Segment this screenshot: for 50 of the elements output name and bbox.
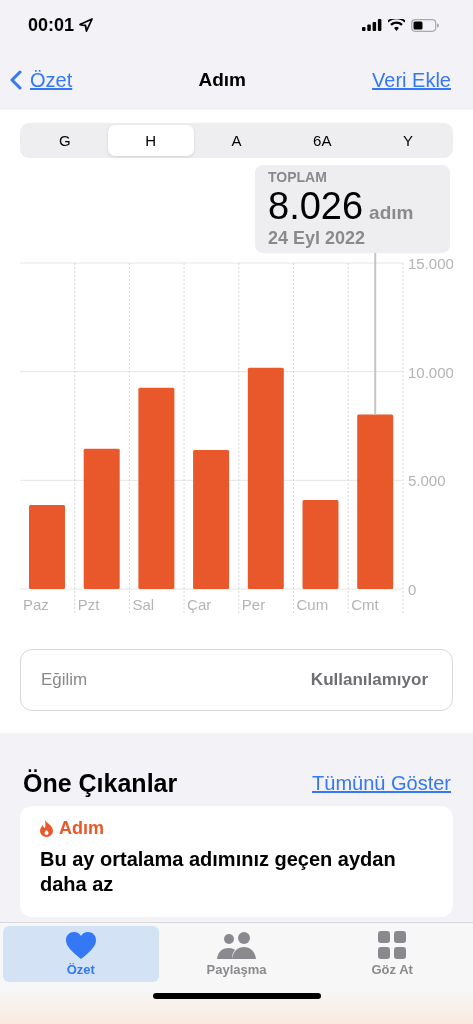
- axis-label: 5.000: [408, 472, 446, 490]
- flame-icon: [40, 820, 53, 837]
- chevron-left-icon: [10, 70, 22, 90]
- segment-tab[interactable]: G: [22, 125, 108, 156]
- add-data-link[interactable]: Veri Ekle: [372, 68, 451, 92]
- trend-row[interactable]: Eğilim Kullanılamıyor: [20, 649, 453, 711]
- screen-title: Adım: [198, 69, 246, 91]
- tab-bar-item[interactable]: Özet: [3, 926, 159, 982]
- axis-label: Pzt: [77, 596, 100, 613]
- summary-label: TOPLAM: [268, 169, 328, 185]
- axis-label: Cum: [296, 596, 329, 613]
- segment-tab[interactable]: Y: [365, 125, 451, 156]
- highlight-card[interactable]: Adım Bu ay ortalama adımınız geçen aydan daha az: [20, 806, 453, 917]
- summary-date: 24 Eyl 2022: [268, 228, 367, 249]
- back-link[interactable]: Özet: [10, 68, 73, 92]
- highlight-text: Bu ay ortalama adımınız geçen aydan daha az: [40, 847, 397, 897]
- heart-icon: [65, 931, 96, 959]
- trend-value: Kullanılamıyor: [310, 670, 428, 690]
- show-all-link[interactable]: Tümünü Göster: [312, 772, 451, 795]
- summary-value: 8.026: [268, 185, 364, 228]
- status-time: 00:01: [28, 14, 75, 36]
- segment-tab[interactable]: 6A: [279, 125, 366, 156]
- bar[interactable]: [193, 449, 230, 589]
- bar[interactable]: [83, 448, 120, 589]
- axis-label: Çar: [187, 596, 212, 613]
- tab-bar-item[interactable]: Paylaşma: [158, 926, 315, 982]
- segment-tab[interactable]: H: [107, 125, 194, 156]
- axis-label: 0: [408, 581, 417, 598]
- axis-label: Per: [241, 596, 266, 613]
- battery-icon: [411, 18, 439, 32]
- axis-label: Cmt: [351, 596, 379, 613]
- wifi-icon: [388, 19, 405, 31]
- axis-label: 10.000: [408, 363, 453, 381]
- axis-label: Paz: [23, 596, 49, 613]
- highlight-category: Adım: [59, 818, 104, 839]
- axis-label: 15.000: [408, 255, 453, 272]
- tab-bar-item[interactable]: Göz At: [314, 926, 470, 982]
- section-heading: Öne Çıkanlar: [23, 769, 178, 798]
- bar[interactable]: [247, 367, 284, 589]
- summary-unit: adım: [369, 202, 414, 224]
- location-arrow-icon: [79, 18, 94, 32]
- people-icon: [216, 931, 257, 959]
- trend-label: Eğilim: [41, 670, 88, 690]
- axis-label: Sal: [132, 596, 155, 613]
- grid-icon: [378, 931, 407, 959]
- segment-tab[interactable]: A: [193, 125, 280, 156]
- bar[interactable]: [302, 499, 339, 589]
- signal-icon: [362, 19, 382, 31]
- bar[interactable]: [138, 387, 175, 589]
- bar[interactable]: [357, 414, 394, 589]
